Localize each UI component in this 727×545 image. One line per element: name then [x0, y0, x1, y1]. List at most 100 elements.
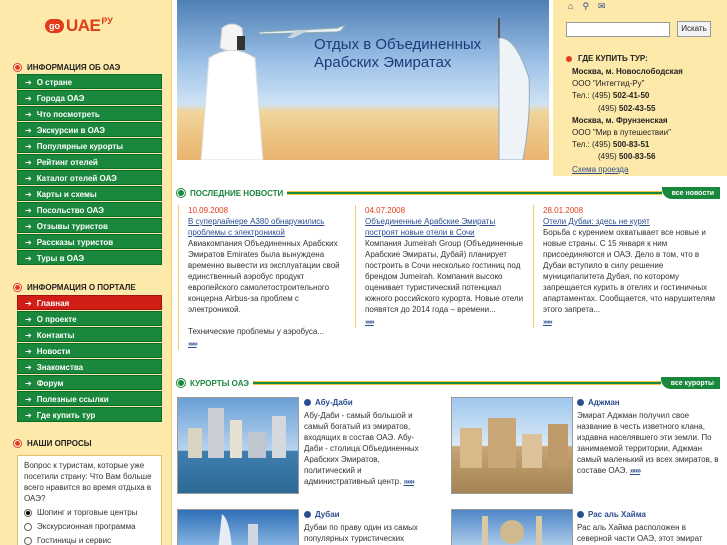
- menu-item[interactable]: ➔ Города ОАЭ: [17, 90, 162, 105]
- news-item: 04.07.2008 Объединенные Арабские Эмираты…: [355, 205, 525, 328]
- ajman-photo[interactable]: [451, 397, 573, 494]
- menu-item[interactable]: ➔ Экскурсии в ОАЭ: [17, 122, 162, 137]
- menu-item[interactable]: ➔ Новости: [17, 343, 162, 358]
- menu-item-label: Рассказы туристов: [36, 238, 114, 247]
- arrow-icon: ➔: [25, 395, 32, 404]
- menu-item-label: Каталог отелей ОАЭ: [36, 174, 117, 183]
- radio-button[interactable]: [24, 508, 32, 517]
- poll-box: Вопрос к туристам, которые уже посетили …: [17, 455, 162, 545]
- news-text: Борьба с курением охватывает все новые и…: [543, 228, 715, 314]
- resort-card: Абу-Даби Абу-Даби - самый большой и самы…: [304, 397, 429, 487]
- buy-tour-info: Москва, м. Новослободская ООО "Интегтид-…: [572, 66, 722, 176]
- dubai-photo[interactable]: [177, 509, 299, 545]
- resort-name: Абу-Даби: [315, 398, 353, 407]
- home-icon[interactable]: ⌂: [568, 1, 573, 12]
- resort-name: Рас аль Хайма: [588, 510, 646, 519]
- arrow-icon: ➔: [25, 411, 32, 420]
- arrow-icon: ➔: [25, 299, 32, 308]
- more-link[interactable]: »»»: [365, 317, 525, 328]
- arrow-icon: ➔: [25, 222, 32, 231]
- portal-section-title: ИНФОРМАЦИЯ О ПОРТАЛЕ: [14, 283, 136, 292]
- news-headline[interactable]: Объединенные Арабские Эмираты построят н…: [365, 217, 495, 237]
- menu-item-label: Где купить тур: [36, 411, 96, 420]
- poll-option[interactable]: Экскурсионная программа: [24, 521, 155, 532]
- logo-brand: UAE: [66, 16, 101, 35]
- news-text: Авиакомпания Объединенных Арабских Эмира…: [188, 239, 340, 314]
- news-item: 10.09.2008 В суперлайнере А380 обнаружил…: [178, 205, 348, 350]
- menu-item-label: Рейтинг отелей: [36, 158, 98, 167]
- map-link[interactable]: Схема проезда: [572, 165, 628, 174]
- menu-item[interactable]: ➔ Популярные курорты: [17, 138, 162, 153]
- more-link[interactable]: »»»: [543, 317, 718, 328]
- arrow-icon: ➔: [25, 379, 32, 388]
- news-title: ПОСЛЕДНИЕ НОВОСТИ: [190, 188, 284, 198]
- office-company: ООО "Интегтид-Ру": [572, 79, 645, 89]
- resort-card: Рас аль Хайма Рас аль Хайма расположен в…: [577, 509, 719, 544]
- news-date: 10.09.2008: [188, 206, 229, 215]
- logo-go: go: [45, 19, 64, 33]
- all-news-link[interactable]: все новости: [661, 187, 720, 199]
- menu-item-label: Новости: [36, 347, 71, 356]
- divider: [252, 381, 661, 385]
- menu-item[interactable]: ➔ Карты и схемы: [17, 186, 162, 201]
- bullet-icon: [577, 399, 584, 406]
- menu-item[interactable]: ➔ Каталог отелей ОАЭ: [17, 170, 162, 185]
- menu-item[interactable]: ➔ Туры в ОАЭ: [17, 250, 162, 265]
- bullet-icon: [14, 440, 21, 447]
- more-link[interactable]: »»»: [188, 339, 348, 350]
- arrow-icon: ➔: [25, 206, 32, 215]
- poll-option[interactable]: Шопинг и торговые центры: [24, 507, 155, 518]
- menu-item-label: Отзывы туристов: [36, 222, 108, 231]
- office-company: ООО "Мир в путешествии": [572, 128, 671, 138]
- search-button[interactable]: Искать: [677, 21, 711, 37]
- arrow-icon: ➔: [25, 363, 32, 372]
- all-resorts-link[interactable]: все курорты: [660, 377, 720, 389]
- menu-item[interactable]: ➔ Где купить тур: [17, 407, 162, 422]
- site-logo[interactable]: go UAE РУ: [45, 16, 113, 35]
- menu-item[interactable]: ➔ Отзывы туристов: [17, 218, 162, 233]
- menu-item[interactable]: ➔ Знакомства: [17, 359, 162, 374]
- bullet-icon: [566, 55, 572, 62]
- menu-item[interactable]: ➔ О стране: [17, 74, 162, 89]
- abu-dhabi-photo[interactable]: [177, 397, 299, 494]
- menu-item-label: Полезные ссылки: [36, 395, 109, 404]
- logo-suffix: РУ: [101, 16, 113, 26]
- bullet-icon: [577, 511, 584, 518]
- poll-option[interactable]: Гостиницы и сервис: [24, 535, 155, 545]
- menu-item[interactable]: ➔ Полезные ссылки: [17, 391, 162, 406]
- menu-item[interactable]: ➔ О проекте: [17, 311, 162, 326]
- bullet-icon: [177, 189, 185, 197]
- arrow-icon: ➔: [25, 238, 32, 247]
- arrow-icon: ➔: [25, 254, 32, 263]
- search-icon[interactable]: ⚲: [582, 1, 589, 12]
- menu-item-label: О проекте: [36, 315, 77, 324]
- resort-name: Аджман: [588, 398, 620, 407]
- menu-item[interactable]: ➔ Рейтинг отелей: [17, 154, 162, 169]
- menu-item[interactable]: ➔ Форум: [17, 375, 162, 390]
- arrow-icon: ➔: [25, 94, 32, 103]
- menu-item-label: Туры в ОАЭ: [36, 254, 85, 263]
- radio-button[interactable]: [24, 522, 32, 531]
- arrow-icon: ➔: [25, 78, 32, 87]
- more-link[interactable]: »»»: [630, 466, 641, 475]
- burj-al-arab-image: [498, 18, 530, 160]
- ras-al-khaimah-photo[interactable]: [451, 509, 573, 545]
- search-input[interactable]: [566, 22, 670, 37]
- news-date: 04.07.2008: [365, 206, 406, 215]
- menu-item[interactable]: ➔ Контакты: [17, 327, 162, 342]
- arrow-icon: ➔: [25, 142, 32, 151]
- resorts-section-bar: КУРОРТЫ ОАЭ все курорты: [177, 377, 720, 389]
- menu-item[interactable]: ➔ Что посмотреть: [17, 106, 162, 121]
- news-headline[interactable]: В суперлайнере А380 обнаружились проблем…: [188, 217, 324, 237]
- more-link[interactable]: »»»: [404, 477, 415, 486]
- mail-icon[interactable]: ✉: [598, 1, 606, 12]
- menu-item[interactable]: ➔ Рассказы туристов: [17, 234, 162, 249]
- news-text: Компания Jumeirah Group (Объединенные Ар…: [365, 239, 524, 314]
- resort-text: Абу-Даби - самый большой и самый богатый…: [304, 411, 419, 486]
- menu-item[interactable]: ➔ Посольство ОАЭ: [17, 202, 162, 217]
- menu-item[interactable]: ➔ Главная: [17, 295, 162, 310]
- poll-section-title: НАШИ ОПРОСЫ: [14, 439, 92, 448]
- resort-text: Эмират Аджман получил свое название в че…: [577, 411, 719, 475]
- news-headline[interactable]: Отели Дубаи: здесь не курят: [543, 217, 650, 226]
- radio-button[interactable]: [24, 536, 32, 545]
